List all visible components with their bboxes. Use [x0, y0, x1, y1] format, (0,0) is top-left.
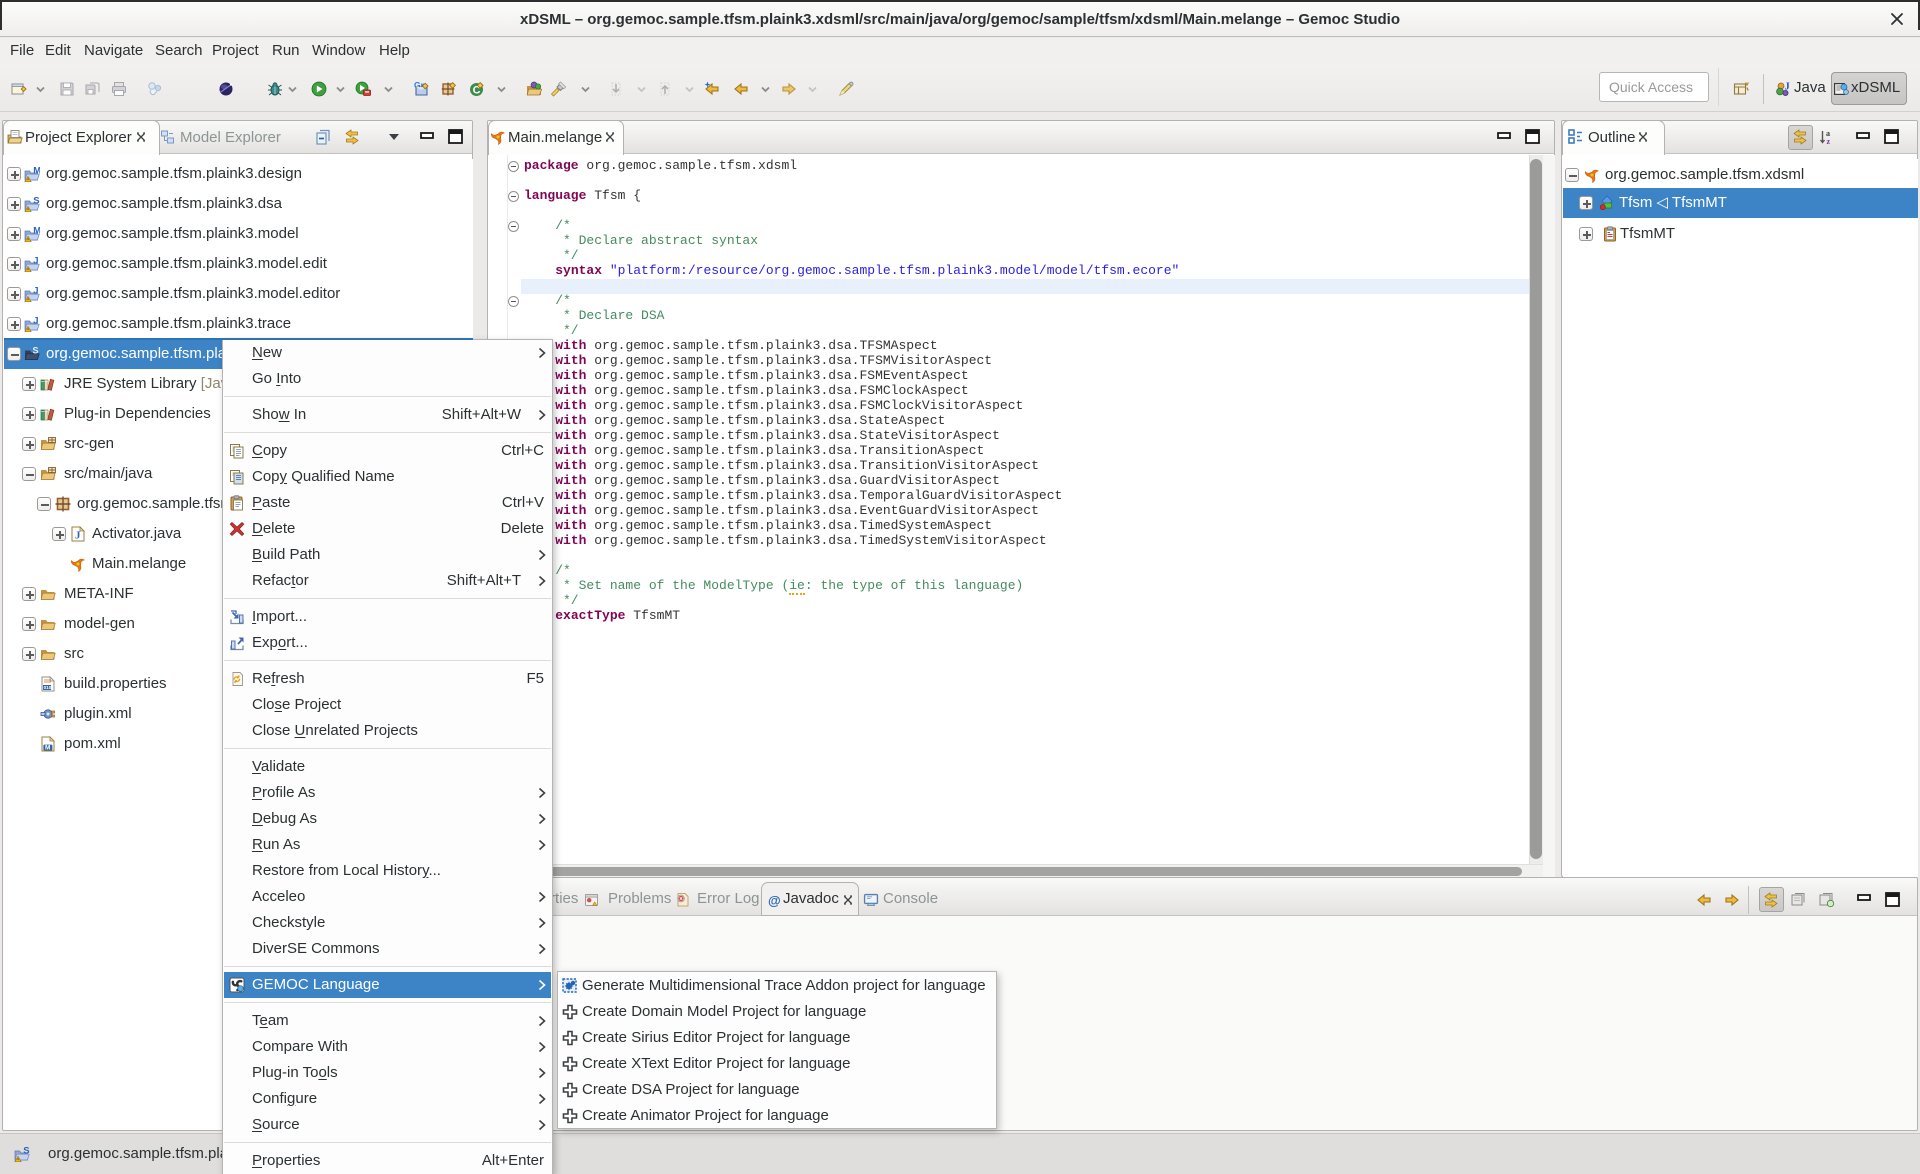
svg-text:@: @	[768, 893, 781, 908]
svg-text:S: S	[33, 196, 39, 206]
svg-text:M: M	[33, 166, 40, 176]
svg-text:S: S	[23, 1146, 29, 1156]
svg-text:J: J	[33, 286, 38, 296]
svg-text:J: J	[33, 256, 38, 266]
svg-text:S: S	[33, 346, 39, 356]
svg-text:J: J	[75, 530, 81, 542]
svg-text:M: M	[45, 745, 50, 752]
svg-text:J: J	[33, 316, 38, 326]
svg-text:J: J	[1785, 82, 1790, 93]
svg-text:M: M	[33, 226, 40, 236]
svg-text:010: 010	[44, 685, 52, 690]
svg-text:z: z	[1827, 137, 1831, 145]
